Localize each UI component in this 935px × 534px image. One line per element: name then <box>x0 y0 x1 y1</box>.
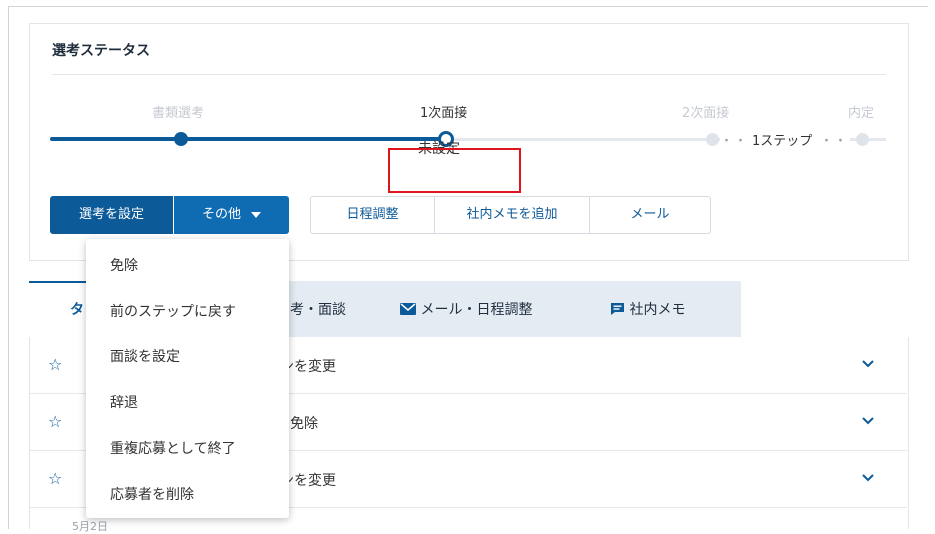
other-dropdown-button[interactable]: その他 <box>174 196 289 234</box>
other-dropdown-menu: 免除 前のステップに戻す 面談を設定 辞退 重複応募として終了 応募者を削除 <box>86 239 289 518</box>
tab-timeline-label: タ <box>70 302 84 318</box>
skip-dots-right: ・・ <box>820 134 849 149</box>
secondary-button-group: 日程調整 社内メモを追加 メール <box>310 196 711 234</box>
star-icon[interactable]: ☆ <box>48 412 62 431</box>
card-title: 選考ステータス <box>52 43 150 59</box>
menu-item-previous-step[interactable]: 前のステップに戻す <box>110 301 236 321</box>
menu-item-duplicate-end[interactable]: 重複応募として終了 <box>110 438 236 458</box>
stage-label-second-interview: 2次面接 <box>682 106 730 121</box>
tab-selection-interview[interactable]: 考・面談 <box>290 299 346 319</box>
partial-date: 5月2日 <box>72 520 108 533</box>
tab-mail-label: メール・日程調整 <box>420 302 533 318</box>
card-divider <box>52 74 886 75</box>
highlight-box <box>388 148 521 193</box>
set-selection-button[interactable]: 選考を設定 <box>50 196 173 234</box>
star-icon[interactable]: ☆ <box>48 469 62 488</box>
mail-button[interactable]: メール <box>590 197 710 233</box>
chevron-down-icon[interactable] <box>862 471 874 486</box>
schedule-button[interactable]: 日程調整 <box>311 197 434 233</box>
skip-dots-left: ・・ <box>720 134 749 149</box>
frame-border-left <box>8 6 9 529</box>
chevron-down-icon[interactable] <box>862 357 874 372</box>
other-button-label: その他 <box>201 207 241 222</box>
star-icon[interactable]: ☆ <box>48 355 62 374</box>
envelope-icon <box>400 303 416 315</box>
tab-memo-label: 社内メモ <box>629 302 686 318</box>
progress-track-done <box>50 137 446 141</box>
list-item-text: 免除 <box>290 416 318 432</box>
caret-down-icon <box>251 211 261 218</box>
tab-internal-memo[interactable]: 社内メモ <box>610 299 685 319</box>
stage-label-document: 書類選考 <box>152 106 205 121</box>
stage-label-offer: 内定 <box>848 106 875 121</box>
stage-node-second-interview[interactable] <box>706 133 719 146</box>
add-memo-button[interactable]: 社内メモを追加 <box>435 197 589 233</box>
tab-mail-schedule[interactable]: メール・日程調整 <box>400 299 532 319</box>
skip-steps-label: 1ステップ <box>752 134 813 149</box>
chevron-down-icon[interactable] <box>862 414 874 429</box>
menu-item-delete-applicant[interactable]: 応募者を削除 <box>110 484 194 504</box>
skip-steps-indicator: ・・ 1ステップ ・・ <box>720 130 850 149</box>
frame-border-top <box>8 6 928 7</box>
stage-label-first-interview: 1次面接 <box>420 106 468 121</box>
menu-item-exempt[interactable]: 免除 <box>110 255 138 275</box>
stage-node-document[interactable] <box>174 132 188 146</box>
chat-icon <box>611 303 624 315</box>
menu-item-decline[interactable]: 辞退 <box>110 392 138 412</box>
stage-node-offer[interactable] <box>856 133 869 146</box>
menu-item-set-interview[interactable]: 面談を設定 <box>110 346 180 366</box>
